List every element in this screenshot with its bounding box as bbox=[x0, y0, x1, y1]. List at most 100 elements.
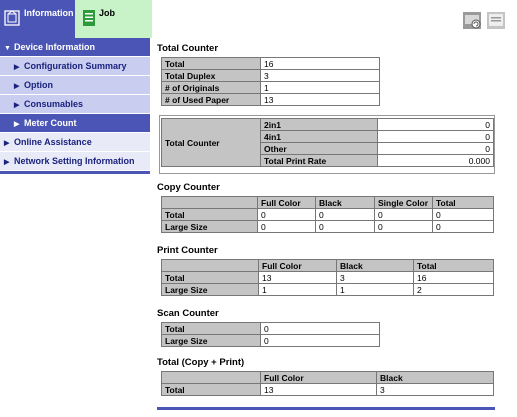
triangle-right-icon: ▶ bbox=[14, 64, 20, 71]
sidebar-item-label: Consumables bbox=[24, 99, 84, 109]
total-counter-print-table: Total Counter 2in1 0 4in1 0 Other 0 Total … bbox=[161, 118, 494, 167]
copy-counter-title: Copy Counter bbox=[157, 182, 220, 193]
total-counter-title: Total Counter bbox=[157, 43, 219, 54]
row-value: 0 bbox=[260, 334, 380, 347]
row-label: Large Size bbox=[161, 334, 261, 347]
scan-counter-table: Total 0 Large Size 0 bbox=[161, 322, 380, 347]
sidebar-item-configuration-summary[interactable]: ▶ Configuration Summary bbox=[0, 57, 150, 76]
sidebar-item-device-information[interactable]: ▼ Device Information bbox=[0, 38, 150, 57]
triangle-right-icon: ▶ bbox=[14, 121, 20, 128]
row-value: 0 bbox=[260, 322, 380, 335]
tab-job[interactable]: Job bbox=[75, 0, 152, 38]
table-row: Total 0 0 0 0 bbox=[161, 208, 494, 221]
bottom-divider bbox=[157, 407, 495, 410]
cell-value: 13 bbox=[258, 271, 337, 284]
sidebar-item-label: Configuration Summary bbox=[24, 61, 127, 71]
cell-value: 0 bbox=[257, 220, 316, 233]
cell-value: 0 bbox=[315, 220, 375, 233]
table-row: # of Originals 1 bbox=[161, 81, 380, 94]
information-icon bbox=[4, 10, 20, 26]
print-counter-title: Print Counter bbox=[157, 245, 218, 256]
row-label: Total bbox=[161, 383, 261, 396]
copy-counter-table: Full Color Black Single Color Total Tota… bbox=[161, 196, 494, 233]
cell-value: 3 bbox=[376, 383, 494, 396]
corner-cell bbox=[161, 196, 258, 209]
display-icon[interactable] bbox=[486, 9, 506, 31]
triangle-right-icon: ▶ bbox=[14, 102, 20, 109]
table-header-row: Full Color Black Total bbox=[161, 259, 494, 272]
row-value: 3 bbox=[260, 69, 380, 82]
scan-counter-title: Scan Counter bbox=[157, 308, 219, 319]
row-label: Total bbox=[161, 57, 261, 70]
sidebar-item-consumables[interactable]: ▶ Consumables bbox=[0, 95, 150, 114]
sidebar-item-online-assistance[interactable]: ▶ Online Assistance bbox=[0, 133, 150, 152]
total-copy-print-table: Full Color Black Total 13 3 bbox=[161, 371, 494, 396]
sidebar-item-option[interactable]: ▶ Option bbox=[0, 76, 150, 95]
column-header: Full Color bbox=[257, 196, 316, 209]
row-value: 0 bbox=[377, 118, 494, 131]
cell-value: 0 bbox=[432, 208, 494, 221]
sidebar-item-network-setting-information[interactable]: ▶ Network Setting Information bbox=[0, 152, 150, 171]
sidebar-item-label: Device Information bbox=[14, 42, 96, 52]
column-header: Black bbox=[315, 196, 375, 209]
cell-value: 13 bbox=[260, 383, 377, 396]
table-header-row: Full Color Black bbox=[161, 371, 494, 384]
table-row: Total Counter 2in1 0 bbox=[161, 118, 494, 167]
table-row: Total Duplex 3 bbox=[161, 69, 380, 82]
sidebar-divider bbox=[0, 171, 150, 174]
cell-value: 0 bbox=[257, 208, 316, 221]
table-header-row: Full Color Black Single Color Total bbox=[161, 196, 494, 209]
cell-value: 16 bbox=[413, 271, 494, 284]
row-label: Total Duplex bbox=[161, 69, 261, 82]
row-label: Large Size bbox=[161, 283, 259, 296]
row-label: # of Used Paper bbox=[161, 93, 261, 106]
row-label: Total bbox=[161, 322, 261, 335]
corner-cell bbox=[161, 371, 261, 384]
row-value: 0 bbox=[377, 142, 494, 155]
total-counter-table: Total 16 Total Duplex 3 # of Originals 1 # … bbox=[161, 57, 380, 106]
refresh-device-icon[interactable] bbox=[462, 9, 482, 31]
cell-value: 0 bbox=[374, 220, 433, 233]
triangle-right-icon: ▶ bbox=[4, 140, 10, 147]
row-value: 1 bbox=[260, 81, 380, 94]
cell-value: 0 bbox=[315, 208, 375, 221]
row-label: Total bbox=[161, 208, 258, 221]
cell-value: 0 bbox=[374, 208, 433, 221]
print-counter-table: Full Color Black Total Total 13 3 16 Lar… bbox=[161, 259, 494, 296]
sidebar-item-label: Network Setting Information bbox=[14, 156, 135, 166]
table-row: Total 13 3 16 bbox=[161, 271, 494, 284]
table-row: Total 13 3 bbox=[161, 383, 494, 396]
sidebar-item-label: Online Assistance bbox=[14, 137, 92, 147]
row-value: 13 bbox=[260, 93, 380, 106]
row-label: 4in1 bbox=[260, 130, 378, 143]
sidebar-item-meter-count[interactable]: ▶ Meter Count bbox=[0, 114, 150, 133]
row-label: 2in1 bbox=[260, 118, 378, 131]
cell-value: 1 bbox=[336, 283, 414, 296]
column-header: Total bbox=[413, 259, 494, 272]
row-label: Total Counter bbox=[161, 118, 261, 167]
table-row: Total 0 bbox=[161, 322, 380, 335]
cell-value: 2 bbox=[413, 283, 494, 296]
table-row: Large Size 1 1 2 bbox=[161, 283, 494, 296]
sidebar-item-label: Option bbox=[24, 80, 53, 90]
cell-value: 0 bbox=[432, 220, 494, 233]
triangle-right-icon: ▶ bbox=[4, 159, 10, 166]
tab-information-label: Information bbox=[24, 8, 74, 18]
table-row: Large Size 0 0 0 0 bbox=[161, 220, 494, 233]
table-row: Large Size 0 bbox=[161, 334, 380, 347]
cell-value: 1 bbox=[258, 283, 337, 296]
column-header: Single Color bbox=[374, 196, 433, 209]
row-value: 16 bbox=[260, 57, 380, 70]
top-bar: Information Job bbox=[0, 0, 517, 38]
column-header: Black bbox=[336, 259, 414, 272]
row-label: Other bbox=[260, 142, 378, 155]
row-label: Total Print Rate bbox=[260, 154, 378, 167]
tab-information[interactable]: Information bbox=[0, 0, 75, 38]
column-header: Full Color bbox=[260, 371, 377, 384]
triangle-down-icon: ▼ bbox=[4, 45, 11, 52]
cell-value: 3 bbox=[336, 271, 414, 284]
column-header: Black bbox=[376, 371, 494, 384]
row-value: 0.000 bbox=[377, 154, 494, 167]
job-icon bbox=[83, 10, 95, 26]
row-label: Large Size bbox=[161, 220, 258, 233]
